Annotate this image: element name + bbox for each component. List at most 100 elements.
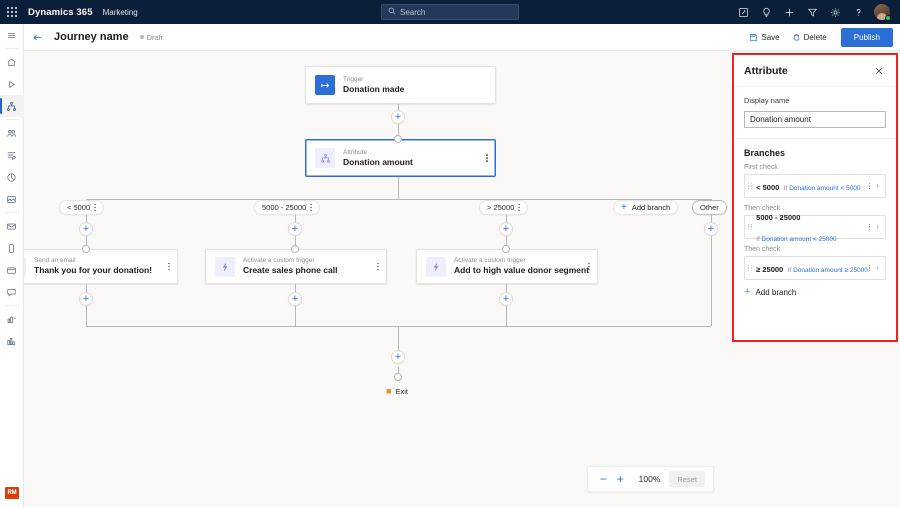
plus-icon: + xyxy=(621,203,627,213)
branch-chip-label: 5000 - 25000 xyxy=(262,203,306,212)
branch-chip-kebab-icon[interactable] xyxy=(94,204,96,211)
search-input[interactable] xyxy=(400,8,512,17)
drag-handle-icon[interactable] xyxy=(748,183,752,190)
panel-add-branch-button[interactable]: + Add branch xyxy=(744,287,886,298)
branch-chip-kebab-icon[interactable] xyxy=(518,204,520,211)
sidebar-item-email[interactable] xyxy=(0,215,24,237)
sidebar-item-card[interactable] xyxy=(0,259,24,281)
app-launcher-icon[interactable] xyxy=(0,0,24,24)
panel-divider xyxy=(734,138,896,139)
global-search[interactable] xyxy=(381,4,519,20)
search-icon xyxy=(388,7,396,17)
action-card-1[interactable]: Send an email Thank you for your donatio… xyxy=(24,249,178,284)
action-card-kebab-icon[interactable] xyxy=(377,263,379,271)
add-step-button-8[interactable]: + xyxy=(499,292,513,306)
add-step-button-2[interactable]: + xyxy=(79,222,93,236)
action-card-title: Create sales phone call xyxy=(243,265,338,276)
add-step-button-7[interactable]: + xyxy=(288,292,302,306)
panel-header: Attribute xyxy=(734,55,896,87)
zoom-in-button[interactable]: + xyxy=(613,471,628,487)
add-step-button-6[interactable]: + xyxy=(79,292,93,306)
add-step-button-9[interactable]: + xyxy=(391,350,405,364)
add-step-button-5[interactable]: + xyxy=(704,222,718,236)
question-icon[interactable] xyxy=(847,0,870,24)
branch-kebab-icon[interactable] xyxy=(869,265,870,272)
branch-condition-expression: Donation amount < 5000 xyxy=(789,185,860,192)
branch-chip-2[interactable]: 5000 - 25000 xyxy=(254,200,320,215)
action-card-subtitle: Send an email xyxy=(34,257,152,265)
action-card-kebab-icon[interactable] xyxy=(168,263,170,271)
action-card-2[interactable]: Activate a custom trigger Create sales p… xyxy=(205,249,387,284)
sidebar-item-dashboard[interactable] xyxy=(0,330,24,352)
edit-note-icon[interactable] xyxy=(732,0,755,24)
sidebar-item-analytics[interactable] xyxy=(0,166,24,188)
zoom-reset-button[interactable]: Reset xyxy=(669,471,705,487)
save-button[interactable]: Save xyxy=(744,29,784,47)
status-badge: Draft xyxy=(140,33,163,42)
canvas-add-branch-button[interactable]: + Add branch xyxy=(613,200,678,215)
trigger-node-title: Donation made xyxy=(343,84,404,95)
attribute-node-kebab-icon[interactable] xyxy=(486,154,488,162)
drag-handle-icon[interactable] xyxy=(748,224,752,231)
panel-branch-item-3[interactable]: ≥ 25000 If Donation amount ≥ 25000 › xyxy=(744,256,886,280)
branch-name: ≥ 25000 xyxy=(756,265,783,274)
other-branch-chip[interactable]: Other xyxy=(692,200,727,215)
exit-label: Exit xyxy=(395,387,408,396)
attribute-node-subtitle: Attribute xyxy=(343,149,413,157)
lightbulb-icon[interactable] xyxy=(755,0,778,24)
sidebar-item-mobile[interactable] xyxy=(0,237,24,259)
sidebar-item-recent[interactable] xyxy=(0,73,24,95)
sidebar-item-chat[interactable] xyxy=(0,281,24,303)
sidebar-item-reports[interactable] xyxy=(0,308,24,330)
gear-icon[interactable] xyxy=(824,0,847,24)
sidebar-item-journeys[interactable] xyxy=(0,95,24,117)
user-avatar[interactable] xyxy=(870,0,894,24)
sidebar-item-home[interactable] xyxy=(0,51,24,73)
command-bar-actions: Save Delete Publish xyxy=(744,24,893,51)
action-card-3[interactable]: Activate a custom trigger Add to high va… xyxy=(416,249,598,284)
add-step-button-1[interactable]: + xyxy=(391,110,405,124)
connector-dot xyxy=(502,245,510,253)
add-step-button-3[interactable]: + xyxy=(288,222,302,236)
branch-chip-kebab-icon[interactable] xyxy=(310,204,312,211)
add-step-button-4[interactable]: + xyxy=(499,222,513,236)
brand-label: Dynamics 365 xyxy=(28,7,93,18)
branch-chip-3[interactable]: > 25000 xyxy=(479,200,528,215)
delete-button[interactable]: Delete xyxy=(787,29,832,47)
presence-indicator xyxy=(885,15,891,21)
branch-name: 5000 - 25000 xyxy=(756,213,800,222)
branch-chip-1[interactable]: < 5000 xyxy=(59,200,104,215)
environment-badge[interactable]: RM xyxy=(5,487,19,499)
filter-icon[interactable] xyxy=(801,0,824,24)
publish-button[interactable]: Publish xyxy=(841,28,893,47)
action-card-kebab-icon[interactable] xyxy=(588,263,590,271)
chevron-right-icon[interactable]: › xyxy=(876,264,879,272)
drag-handle-icon[interactable] xyxy=(748,265,752,272)
panel-branch-item-2[interactable]: 5000 - 25000 If Donation amount < 25000 … xyxy=(744,215,886,239)
exit-node[interactable]: ■ Exit xyxy=(386,387,408,396)
attribute-node[interactable]: Attribute Donation amount xyxy=(305,139,496,177)
plus-icon[interactable] xyxy=(778,0,801,24)
chevron-right-icon[interactable]: › xyxy=(876,182,879,190)
branch-kebab-icon[interactable] xyxy=(869,183,870,190)
sidebar-item-images[interactable] xyxy=(0,188,24,210)
hamburger-menu-icon[interactable] xyxy=(0,24,24,46)
sidebar-item-segments[interactable] xyxy=(0,122,24,144)
branch-kebab-icon[interactable] xyxy=(869,224,870,231)
sidebar-item-forms[interactable] xyxy=(0,144,24,166)
command-bar: Journey name Draft Save Dele xyxy=(24,24,900,51)
panel-branch-item-1[interactable]: < 5000 If Donation amount < 5000 › xyxy=(744,174,886,198)
back-arrow-icon[interactable] xyxy=(24,24,50,51)
close-icon[interactable] xyxy=(872,64,886,78)
branch-chip-label: < 5000 xyxy=(67,203,90,212)
chevron-right-icon[interactable]: › xyxy=(876,223,879,231)
branches-heading: Branches xyxy=(744,148,886,158)
zoom-out-button[interactable]: − xyxy=(596,471,611,487)
display-name-input[interactable] xyxy=(744,111,886,128)
trigger-node-subtitle: Trigger xyxy=(343,76,404,84)
trigger-node[interactable]: Trigger Donation made xyxy=(305,66,496,104)
branch-check-label-1: First check xyxy=(744,164,886,171)
connector-dot xyxy=(291,245,299,253)
branch-chip-label: > 25000 xyxy=(487,203,514,212)
action-card-subtitle: Activate a custom trigger xyxy=(243,257,338,265)
